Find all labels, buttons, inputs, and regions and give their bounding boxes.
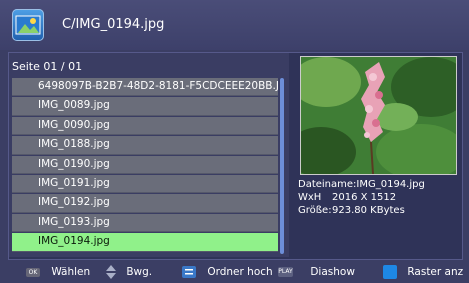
blue-key-icon — [383, 265, 397, 279]
help-grid[interactable]: Raster anz — [383, 265, 463, 279]
list-item[interactable]: IMG_0193.jpg — [12, 213, 278, 233]
help-slideshow-label: Diashow — [310, 266, 355, 278]
filesize-label: Größe: — [298, 205, 332, 216]
list-item-selected[interactable]: IMG_0194.jpg — [12, 233, 278, 252]
help-slideshow[interactable]: PLAY Diashow — [278, 265, 355, 279]
current-path: C/IMG_0194.jpg — [62, 17, 165, 32]
help-select[interactable]: OK Wählen — [26, 265, 90, 279]
file-name-info: Dateiname:IMG_0194.jpg — [298, 179, 425, 190]
help-move-label: Bwg. — [126, 266, 153, 278]
help-select-label: Wählen — [51, 266, 91, 278]
help-grid-label: Raster anz — [407, 266, 464, 278]
list-item[interactable]: IMG_0192.jpg — [12, 194, 278, 213]
image-preview — [300, 56, 457, 175]
list-item[interactable]: IMG_0190.jpg — [12, 155, 278, 174]
image-details: Dateiname:IMG_0194.jpg WxH 2016 X 1512 Gr… — [298, 178, 425, 217]
up-down-arrows-icon — [106, 265, 116, 279]
play-key-icon: PLAY — [278, 267, 293, 277]
scrollbar-thumb[interactable] — [280, 78, 284, 254]
resolution-label: WxH — [298, 192, 322, 203]
list-item[interactable]: IMG_0191.jpg — [12, 174, 278, 194]
resolution-value: 2016 X 1512 — [332, 192, 397, 203]
list-item[interactable]: IMG_0090.jpg — [12, 116, 278, 136]
list-item[interactable]: IMG_0188.jpg — [12, 136, 278, 155]
ok-key-icon: OK — [26, 267, 40, 277]
help-move[interactable]: Bwg. — [105, 265, 152, 279]
help-bar: OK Wählen Bwg. Ordner hoch PLAY Diashow … — [0, 260, 469, 283]
help-folder-up[interactable]: Ordner hoch — [182, 265, 273, 279]
filesize-value: 923.80 KBytes — [332, 205, 405, 216]
list-item[interactable]: IMG_0089.jpg — [12, 97, 278, 116]
file-list: 6498097B-B2B7-48D2-8181-F5CDCEEE20BB.J I… — [12, 78, 278, 253]
list-item[interactable]: 6498097B-B2B7-48D2-8181-F5CDCEEE20BB.J — [12, 78, 278, 97]
help-folder-up-label: Ordner hoch — [207, 266, 273, 278]
photo-viewer-icon — [12, 9, 44, 41]
folder-up-icon — [182, 266, 196, 278]
page-indicator: Seite 01 / 01 — [12, 60, 83, 73]
